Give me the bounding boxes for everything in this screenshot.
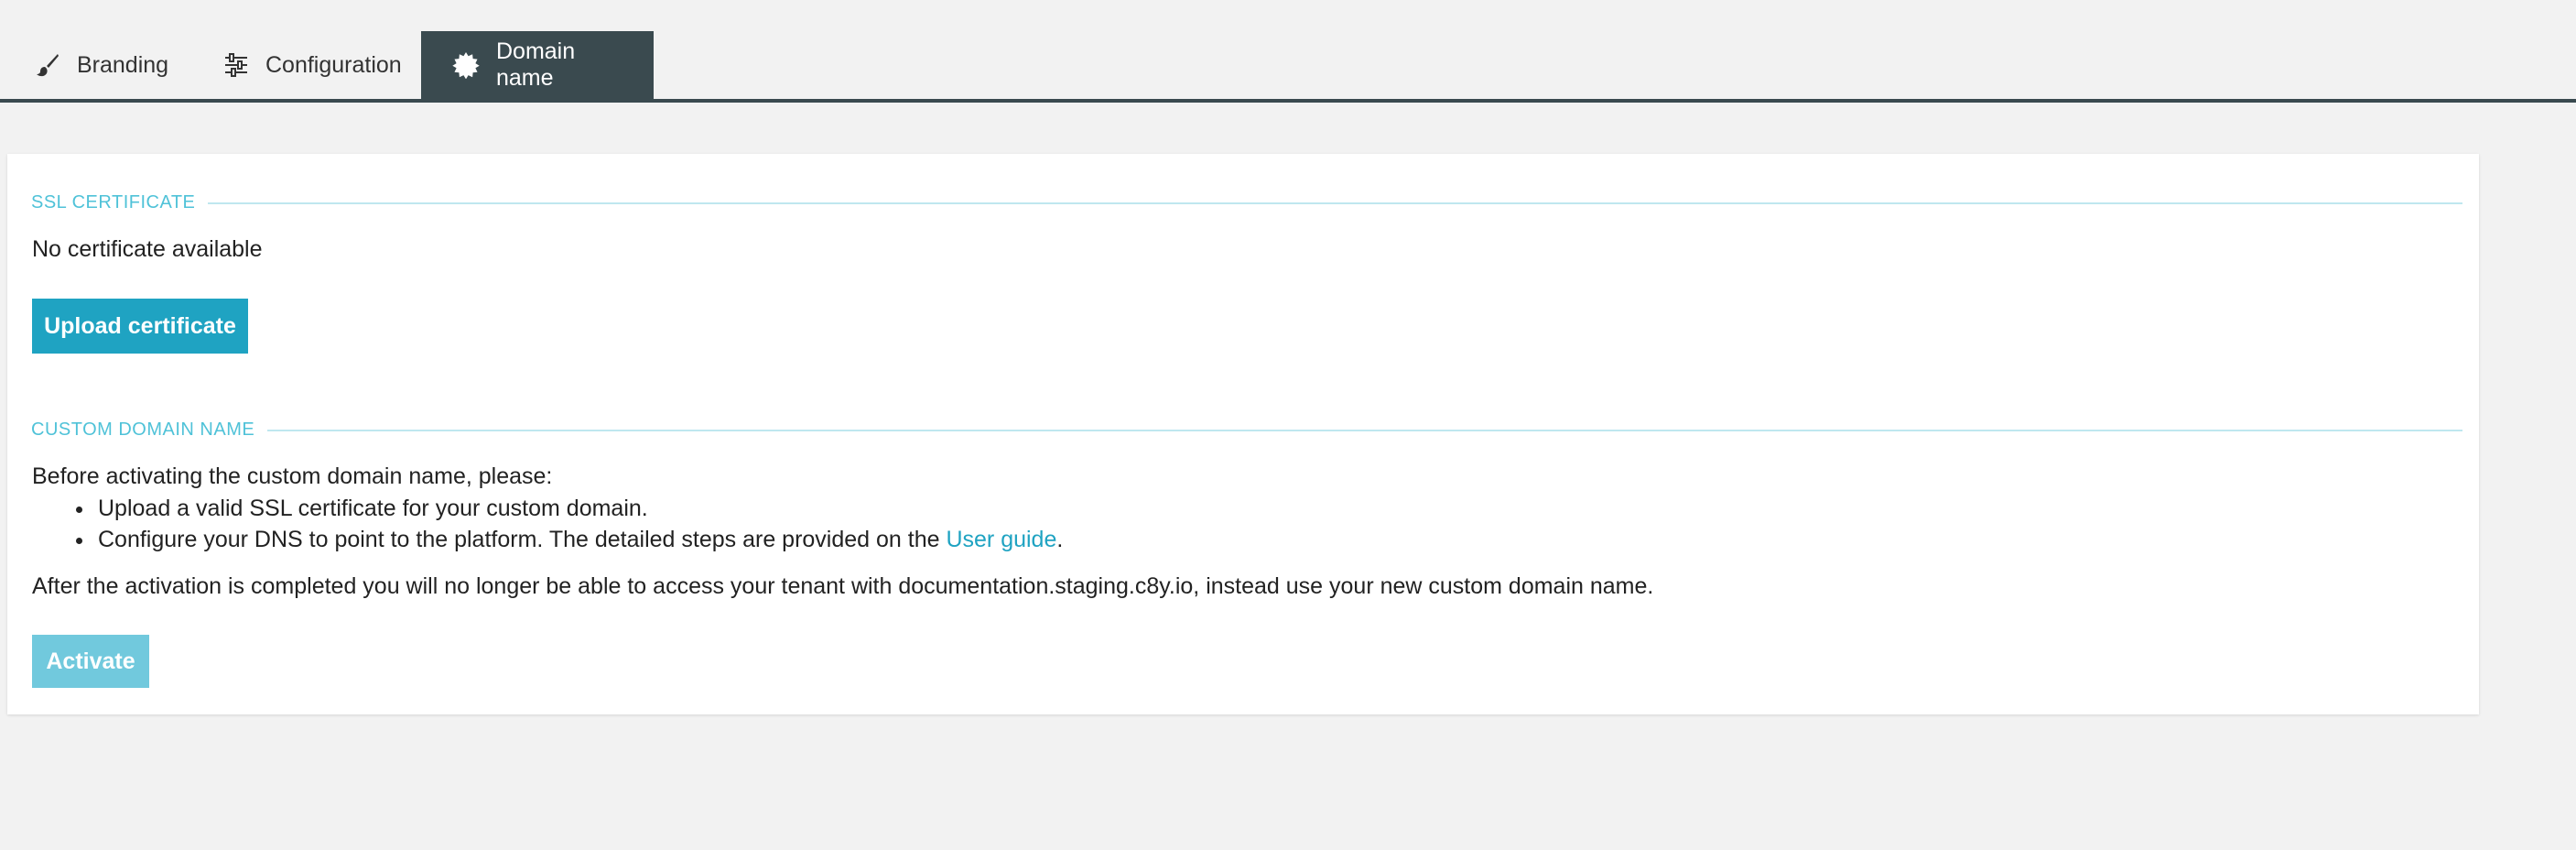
tab-label: Branding	[77, 51, 169, 78]
domain-settings-card: SSL CERTIFICATE No certificate available…	[7, 154, 2479, 714]
section-divider	[267, 429, 2462, 431]
list-item-text: Configure your DNS to point to the platf…	[98, 527, 947, 552]
certificate-status: No certificate available	[32, 236, 263, 262]
list-item: Configure your DNS to point to the platf…	[32, 524, 1063, 555]
activate-button[interactable]: Activate	[32, 635, 149, 688]
section-divider	[208, 202, 2462, 204]
tab-label: Configuration	[265, 51, 402, 78]
bullet-dot	[76, 538, 82, 544]
paintbrush-icon	[35, 51, 60, 79]
ssl-section-title: SSL CERTIFICATE	[31, 192, 196, 212]
user-guide-link[interactable]: User guide	[946, 527, 1056, 552]
list-item-suffix: .	[1056, 527, 1064, 552]
domain-section-title: CUSTOM DOMAIN NAME	[31, 420, 255, 440]
list-item-text: Upload a valid SSL certificate for your …	[98, 496, 648, 521]
bullet-dot	[76, 507, 82, 513]
domain-section-header: CUSTOM DOMAIN NAME	[31, 420, 2462, 441]
tab-configuration[interactable]: Configuration	[192, 31, 430, 99]
tab-branding[interactable]: Branding	[4, 31, 196, 99]
activation-warning-text: After the activation is completed you wi…	[32, 573, 1654, 599]
tab-domain-name[interactable]: Domain name	[421, 31, 654, 99]
tab-label: Domain name	[496, 38, 576, 91]
tab-bar: Branding Configuration Domain name	[0, 0, 2576, 103]
ssl-section-header: SSL CERTIFICATE	[31, 192, 2462, 213]
list-item: Upload a valid SSL certificate for your …	[32, 493, 1063, 524]
requirements-list: Upload a valid SSL certificate for your …	[32, 493, 1063, 555]
upload-certificate-button[interactable]: Upload certificate	[32, 299, 248, 354]
domain-intro-text: Before activating the custom domain name…	[32, 463, 553, 489]
badge-icon	[452, 51, 480, 79]
sliders-icon	[223, 51, 249, 79]
